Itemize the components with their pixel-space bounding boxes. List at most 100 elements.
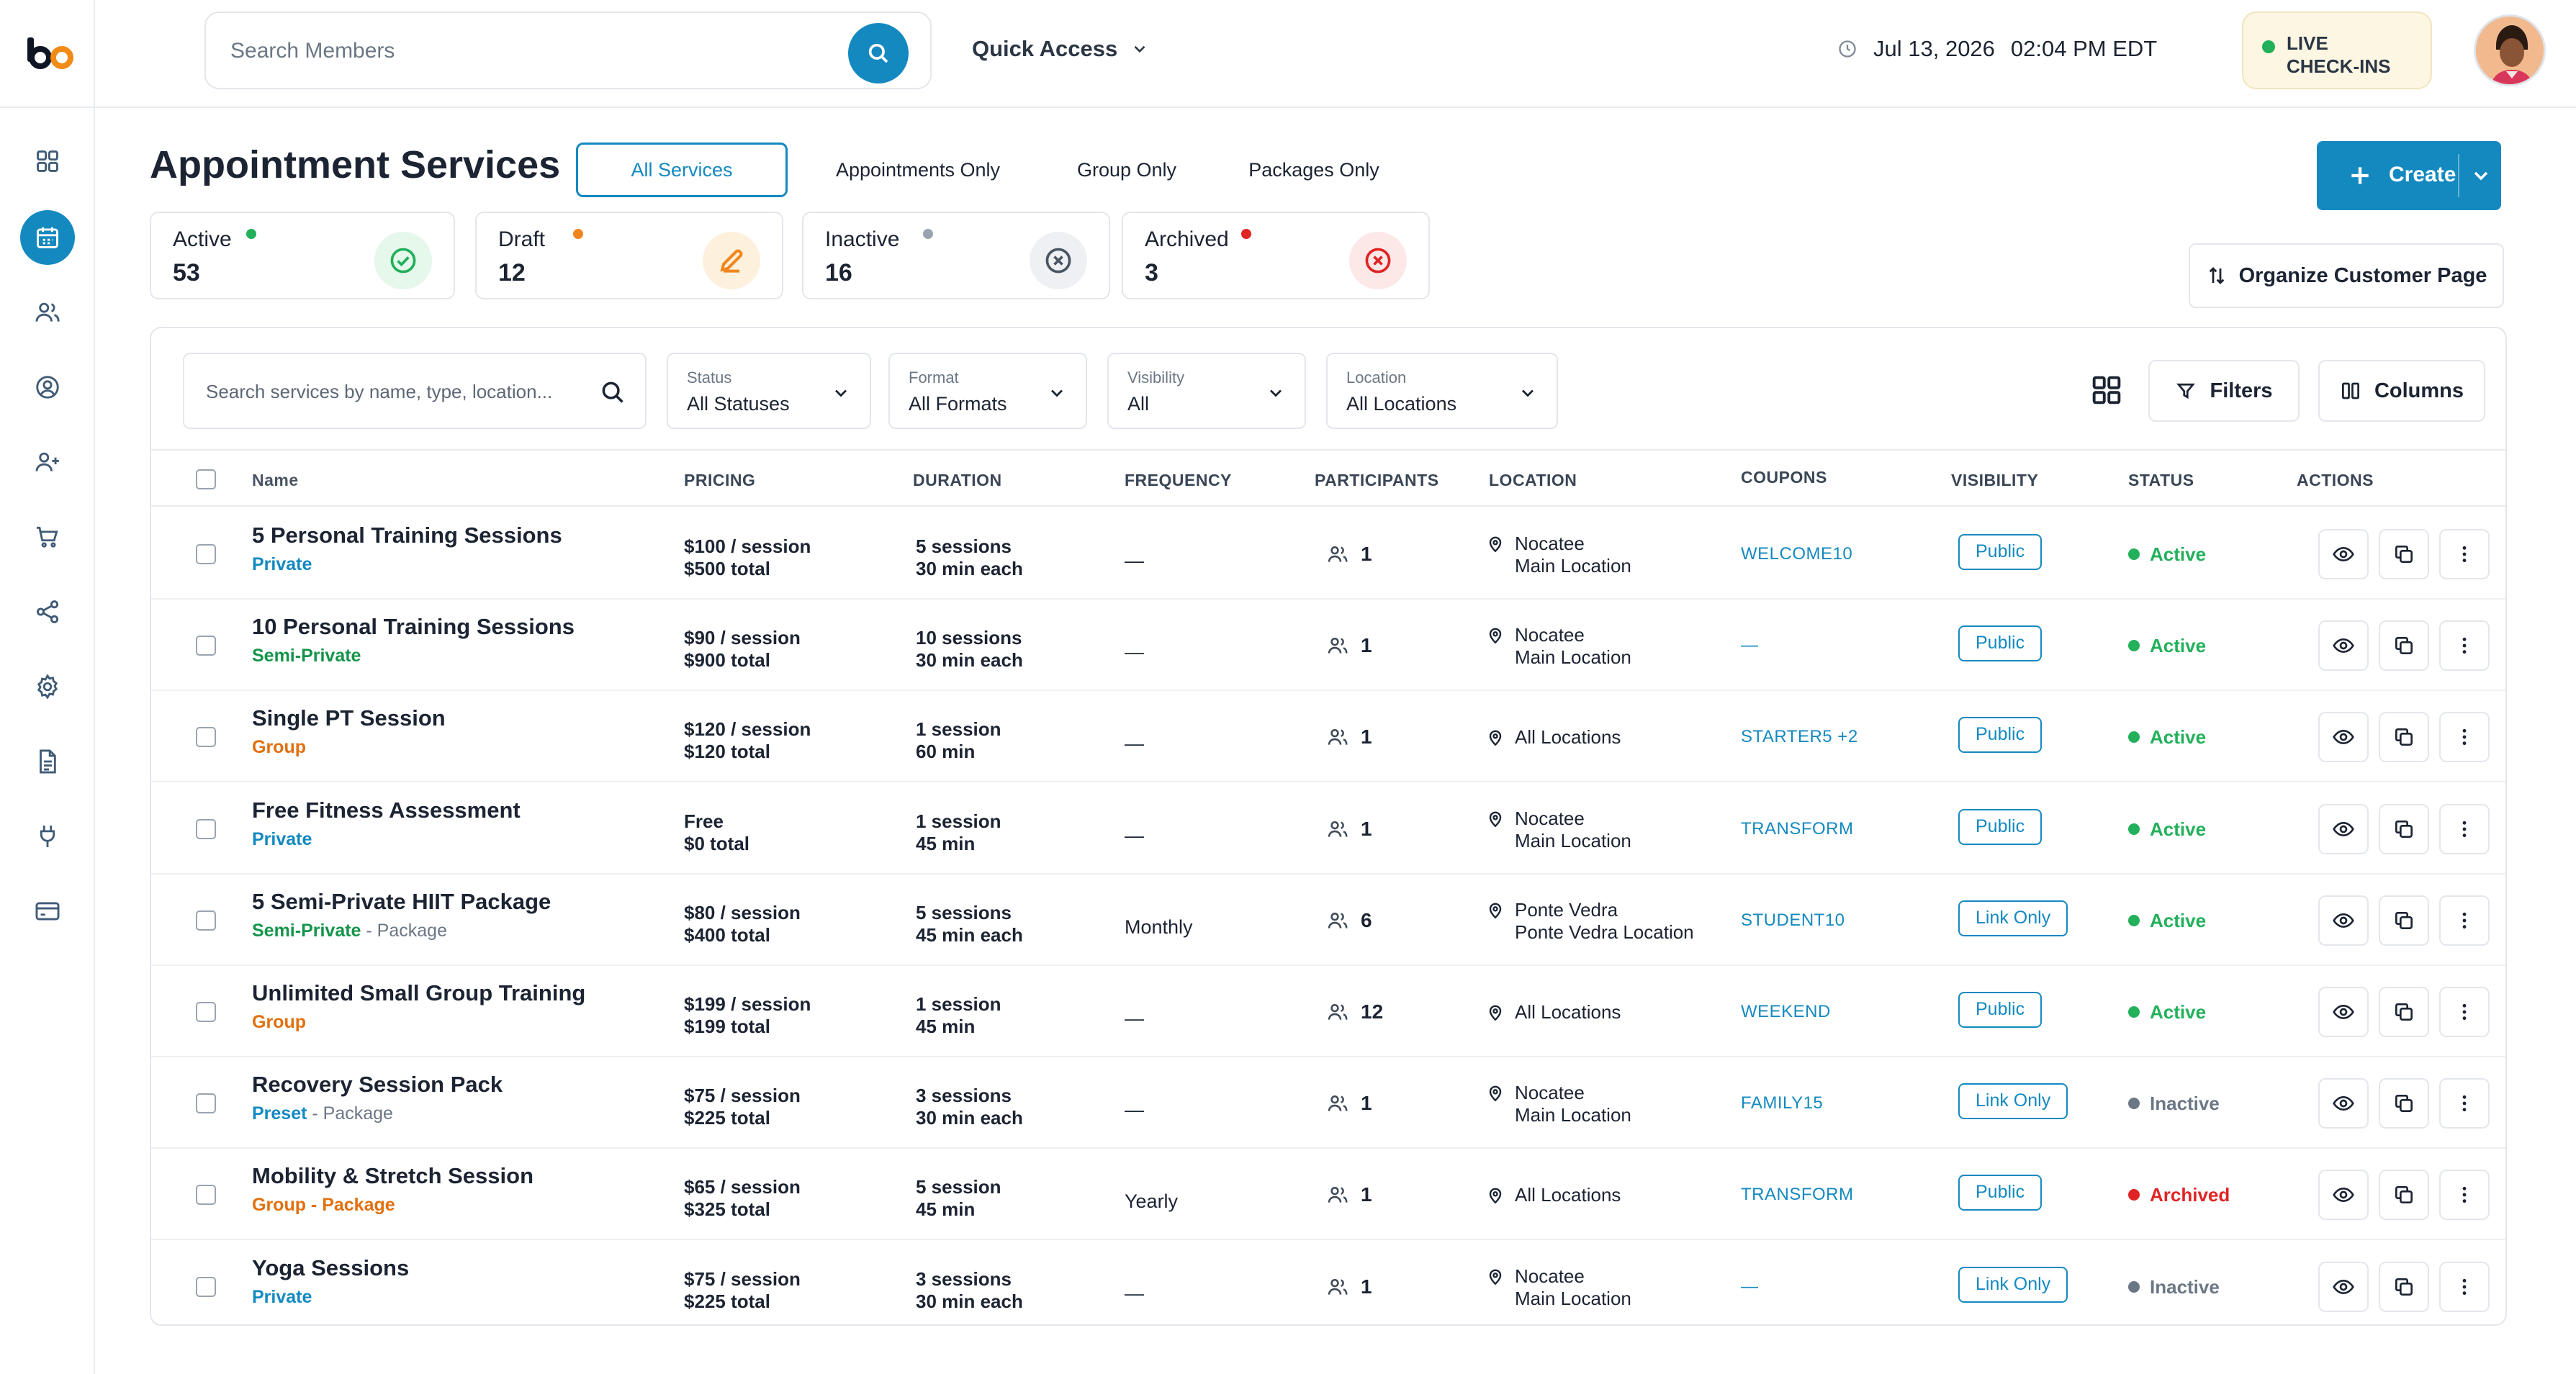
stat-card-draft[interactable]: Draft 12 bbox=[475, 212, 783, 299]
column-header-frequency[interactable]: FREQUENCY bbox=[1125, 471, 1232, 490]
view-button[interactable] bbox=[2318, 986, 2369, 1037]
row-checkbox[interactable] bbox=[196, 1093, 216, 1113]
organize-customer-page-button[interactable]: Organize Customer Page bbox=[2189, 243, 2504, 308]
app-logo[interactable] bbox=[24, 37, 76, 71]
table-row[interactable]: Single PT Session Group $120 / session $120… bbox=[151, 691, 2505, 782]
row-checkbox[interactable] bbox=[196, 818, 216, 839]
coupon-code[interactable]: WELCOME10 bbox=[1741, 544, 1852, 564]
service-name-cell[interactable]: Single PT Session Group bbox=[252, 705, 446, 758]
sidebar-item-billing[interactable] bbox=[20, 884, 75, 939]
tab-group-only[interactable]: Group Only bbox=[1051, 143, 1202, 197]
table-row[interactable]: 5 Semi-Private HIIT Package Semi-Private … bbox=[151, 874, 2505, 966]
sidebar-item-profile[interactable] bbox=[20, 360, 75, 415]
row-checkbox[interactable] bbox=[196, 1184, 216, 1205]
service-name[interactable]: Mobility & Stretch Session bbox=[252, 1163, 533, 1189]
service-name-cell[interactable]: Mobility & Stretch Session Group - Packag… bbox=[252, 1163, 533, 1216]
coupon-code[interactable]: FAMILY15 bbox=[1741, 1093, 1823, 1113]
sidebar-item-store[interactable] bbox=[20, 510, 75, 564]
duplicate-button[interactable] bbox=[2379, 711, 2429, 762]
coupon-code[interactable]: TRANSFORM bbox=[1741, 1185, 1854, 1205]
coupon-code[interactable]: TRANSFORM bbox=[1741, 819, 1854, 839]
service-name[interactable]: Recovery Session Pack bbox=[252, 1072, 503, 1098]
sidebar-item-add-member[interactable] bbox=[20, 435, 75, 489]
more-actions-button[interactable] bbox=[2439, 1077, 2490, 1129]
live-checkins-button[interactable]: LIVE CHECK-INS bbox=[2242, 12, 2432, 89]
duplicate-button[interactable] bbox=[2379, 620, 2429, 671]
service-name-cell[interactable]: Recovery Session Pack Preset - Package bbox=[252, 1072, 503, 1124]
location-filter-select[interactable]: Location All Locations bbox=[1326, 353, 1558, 429]
duplicate-button[interactable] bbox=[2379, 528, 2429, 579]
table-row[interactable]: 10 Personal Training Sessions Semi-Privat… bbox=[151, 600, 2505, 691]
user-avatar[interactable] bbox=[2474, 14, 2546, 86]
duplicate-button[interactable] bbox=[2379, 803, 2429, 854]
service-name[interactable]: Free Fitness Assessment bbox=[252, 797, 521, 823]
service-name[interactable]: 5 Semi-Private HIIT Package bbox=[252, 889, 551, 915]
duplicate-button[interactable] bbox=[2379, 1169, 2429, 1220]
sidebar-item-reports[interactable] bbox=[20, 734, 75, 789]
table-row[interactable]: Unlimited Small Group Training Group $199 … bbox=[151, 966, 2505, 1057]
view-button[interactable] bbox=[2318, 1077, 2369, 1129]
service-name[interactable]: Unlimited Small Group Training bbox=[252, 980, 585, 1006]
coupon-code[interactable]: WEEKEND bbox=[1741, 1002, 1831, 1022]
format-filter-select[interactable]: Format All Formats bbox=[888, 353, 1087, 429]
service-name[interactable]: 10 Personal Training Sessions bbox=[252, 614, 575, 640]
duplicate-button[interactable] bbox=[2379, 1261, 2429, 1312]
row-checkbox[interactable] bbox=[196, 726, 216, 747]
service-name-cell[interactable]: 5 Semi-Private HIIT Package Semi-Private … bbox=[252, 889, 551, 941]
tab-all-services[interactable]: All Services bbox=[576, 143, 788, 197]
table-row[interactable]: Free Fitness Assessment Private Free $0 tot… bbox=[151, 783, 2505, 874]
more-actions-button[interactable] bbox=[2439, 895, 2490, 946]
stat-card-archived[interactable]: Archived 3 bbox=[1122, 212, 1430, 299]
select-all-checkbox[interactable] bbox=[196, 469, 216, 489]
service-name[interactable]: 5 Personal Training Sessions bbox=[252, 523, 562, 548]
column-header-coupons[interactable]: COUPONS bbox=[1741, 468, 1827, 487]
row-checkbox[interactable] bbox=[196, 1276, 216, 1297]
sidebar-item-appointments[interactable] bbox=[20, 210, 75, 265]
column-header-location[interactable]: LOCATION bbox=[1489, 471, 1577, 490]
tab-packages-only[interactable]: Packages Only bbox=[1231, 143, 1397, 197]
more-actions-button[interactable] bbox=[2439, 986, 2490, 1037]
duplicate-button[interactable] bbox=[2379, 895, 2429, 946]
service-name-cell[interactable]: Free Fitness Assessment Private bbox=[252, 797, 521, 850]
column-header-participants[interactable]: PARTICIPANTS bbox=[1315, 471, 1439, 490]
service-name[interactable]: Yoga Sessions bbox=[252, 1255, 409, 1281]
grid-view-icon[interactable] bbox=[2088, 371, 2125, 409]
column-header-visibility[interactable]: VISIBILITY bbox=[1951, 471, 2038, 490]
view-button[interactable] bbox=[2318, 1261, 2369, 1312]
member-search-button[interactable] bbox=[848, 23, 909, 83]
coupon-code[interactable]: STARTER5 +2 bbox=[1741, 727, 1858, 747]
more-actions-button[interactable] bbox=[2439, 803, 2490, 854]
row-checkbox[interactable] bbox=[196, 635, 216, 656]
duplicate-button[interactable] bbox=[2379, 1077, 2429, 1129]
service-name-cell[interactable]: Unlimited Small Group Training Group bbox=[252, 980, 585, 1033]
column-header-actions[interactable]: ACTIONS bbox=[2297, 471, 2374, 490]
more-actions-button[interactable] bbox=[2439, 1261, 2490, 1312]
stat-card-active[interactable]: Active 53 bbox=[150, 212, 455, 299]
service-name-cell[interactable]: 5 Personal Training Sessions Private bbox=[252, 523, 562, 575]
stat-card-inactive[interactable]: Inactive 16 bbox=[802, 212, 1110, 299]
create-button[interactable]: Create bbox=[2317, 141, 2501, 210]
table-row[interactable]: 5 Personal Training Sessions Private $100 … bbox=[151, 508, 2505, 600]
view-button[interactable] bbox=[2318, 620, 2369, 671]
column-header-name[interactable]: Name bbox=[252, 471, 299, 490]
view-button[interactable] bbox=[2318, 803, 2369, 854]
columns-button[interactable]: Columns bbox=[2318, 360, 2485, 422]
view-button[interactable] bbox=[2318, 711, 2369, 762]
more-actions-button[interactable] bbox=[2439, 711, 2490, 762]
row-checkbox[interactable] bbox=[196, 543, 216, 564]
view-button[interactable] bbox=[2318, 1169, 2369, 1220]
row-checkbox[interactable] bbox=[196, 910, 216, 931]
more-actions-button[interactable] bbox=[2439, 1169, 2490, 1220]
chevron-down-icon[interactable] bbox=[2469, 164, 2492, 187]
table-row[interactable]: Mobility & Stretch Session Group - Packag… bbox=[151, 1149, 2505, 1240]
sidebar-item-dashboard[interactable] bbox=[20, 134, 75, 189]
row-checkbox[interactable] bbox=[196, 1001, 216, 1022]
service-search-input[interactable] bbox=[206, 377, 595, 406]
sidebar-item-settings[interactable] bbox=[20, 659, 75, 714]
view-button[interactable] bbox=[2318, 895, 2369, 946]
more-actions-button[interactable] bbox=[2439, 620, 2490, 671]
service-name-cell[interactable]: Yoga Sessions Private bbox=[252, 1255, 409, 1308]
column-header-pricing[interactable]: PRICING bbox=[684, 471, 755, 490]
service-name[interactable]: Single PT Session bbox=[252, 705, 446, 731]
sidebar-item-share[interactable] bbox=[20, 584, 75, 639]
